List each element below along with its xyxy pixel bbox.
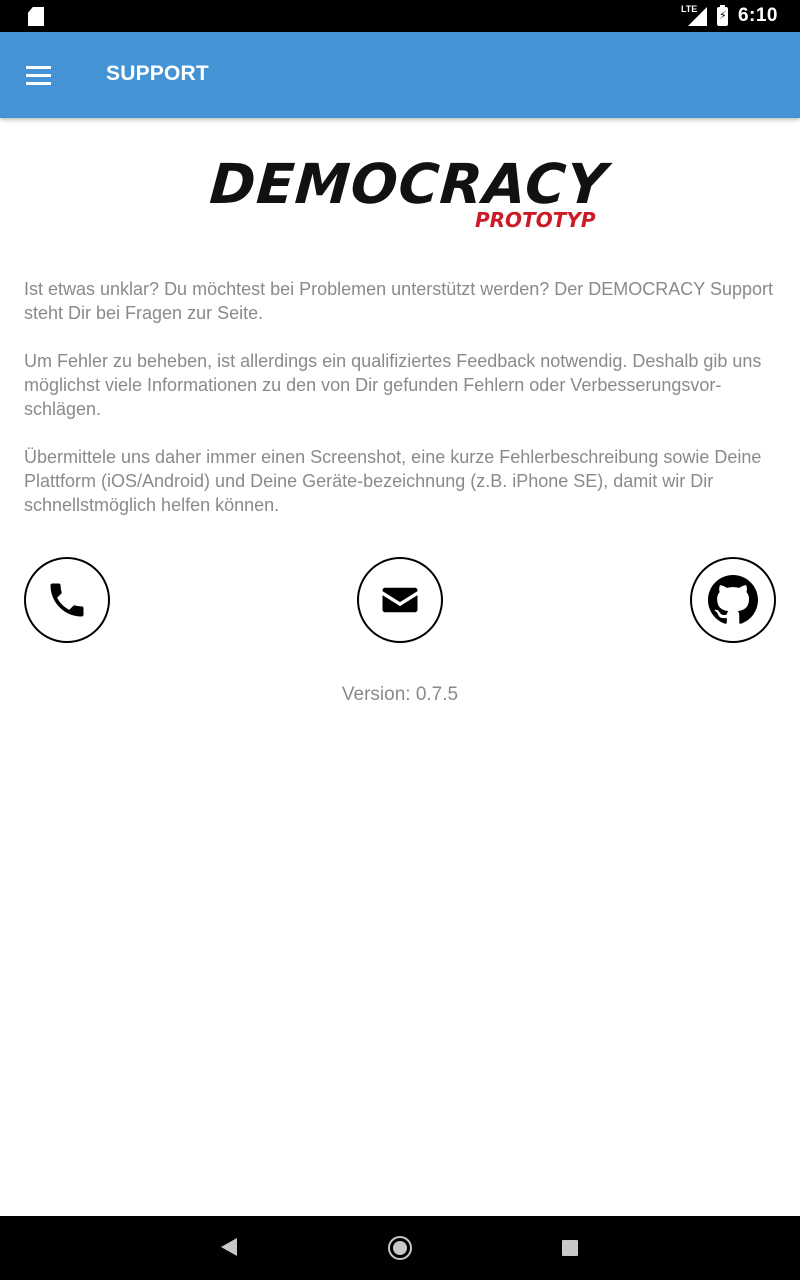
page-title: SUPPORT: [106, 62, 209, 85]
recents-icon[interactable]: [562, 1240, 578, 1256]
sd-card-icon: [28, 7, 44, 26]
paragraph-feedback: Um Fehler zu beheben, ist allerdings ein…: [24, 351, 762, 419]
home-icon[interactable]: [388, 1236, 412, 1260]
app-bar: SUPPORT: [0, 32, 800, 118]
paragraph-instructions: Übermittele uns daher immer einen Screen…: [24, 447, 762, 515]
battery-charging-icon: ⚡: [716, 4, 728, 26]
github-button[interactable]: [690, 557, 776, 643]
status-icons: LTE ⚡ 6:10: [681, 0, 778, 32]
logo-text: DEMOCRACY: [207, 152, 610, 216]
back-icon[interactable]: [221, 1238, 237, 1256]
envelope-icon: [382, 587, 418, 613]
navigation-bar: [0, 1216, 800, 1280]
status-bar: LTE ⚡ 6:10: [0, 0, 800, 32]
democracy-logo: DEMOCRACY PROTOTYP: [208, 152, 610, 238]
logo-subtext: PROTOTYP: [475, 208, 596, 232]
phone-button[interactable]: [24, 557, 110, 643]
status-clock: 6:10: [737, 5, 778, 26]
signal-icon: LTE: [681, 4, 707, 26]
phone-icon: [50, 583, 84, 617]
paragraph-intro: Ist etwas unklar? Du möchtest bei Proble…: [24, 279, 773, 323]
support-description: Ist etwas unklar? Du möchtest bei Proble…: [24, 277, 776, 541]
contact-buttons: [24, 557, 776, 643]
hamburger-menu-icon[interactable]: [14, 49, 62, 101]
github-icon: [708, 575, 758, 624]
mail-button[interactable]: [357, 557, 443, 643]
version-label: Version: 0.7.5: [341, 684, 459, 705]
